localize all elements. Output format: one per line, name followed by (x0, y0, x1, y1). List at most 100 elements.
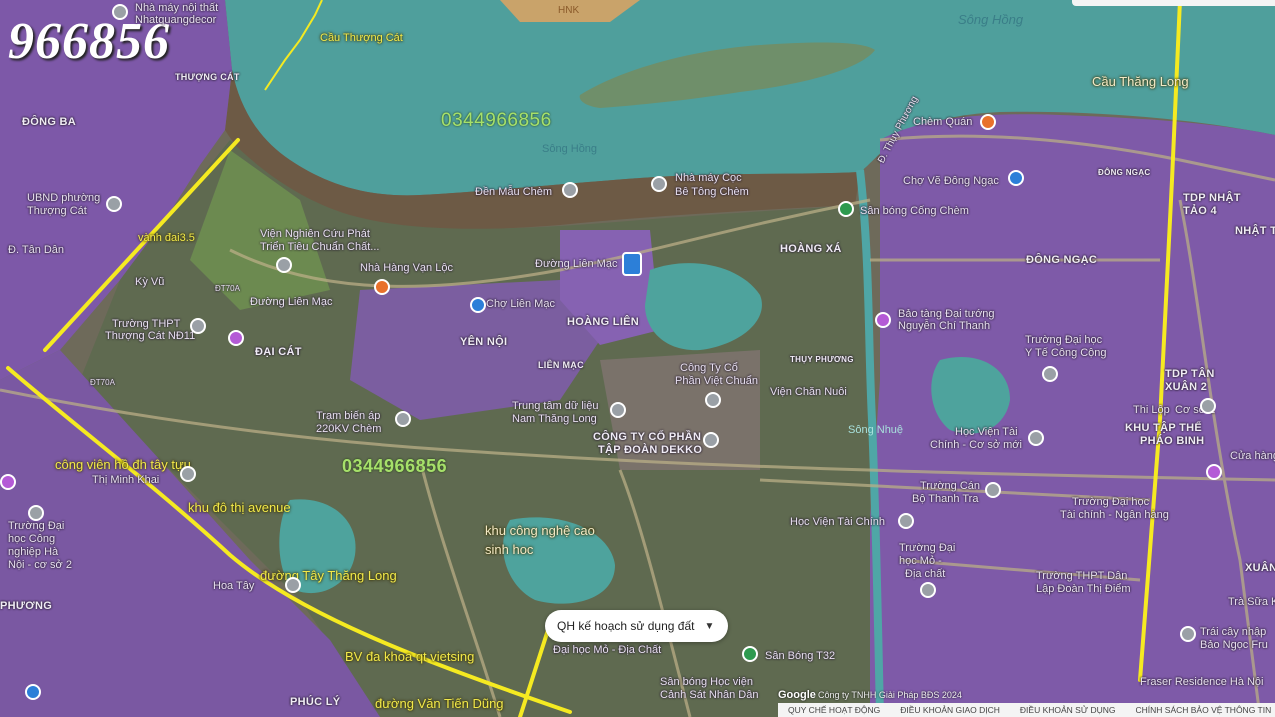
poi-pin-icon[interactable] (703, 432, 719, 448)
school-pin-icon[interactable] (190, 318, 206, 334)
label-truong-dh-tai-chinh-2: Tài chính - Ngân hàng (1060, 509, 1169, 521)
label-truong-dh-tai-chinh: Trường Đại học (1072, 496, 1150, 508)
location-marker-icon[interactable] (622, 252, 642, 276)
label-vien-nghien-cuu-2: Triển Tiêu Chuẩn Chất... (260, 241, 380, 253)
label-lien-mac: LIÊN MẠC (538, 360, 584, 370)
label-truong-can-bo: Trường Cán (920, 480, 981, 492)
ann-khu-cong-nghe: khu công nghệ cao sinh hoc (485, 523, 595, 557)
label-thuong-cat: THƯỢNG CÁT (175, 72, 240, 82)
ann-khu-do-thi: khu đô thị avenue (188, 500, 291, 515)
label-dai-cat: ĐẠI CÁT (255, 346, 302, 358)
footer-link[interactable]: CHÍNH SÁCH BẢO VỆ THÔNG TIN (1126, 705, 1275, 715)
label-truong-thpt-2: Thượng Cát NĐ11 (105, 330, 196, 342)
label-song-hong-2: Sông Hồng (958, 12, 1024, 27)
label-duong-lien-mac-1: Đường Liên Mạc (250, 296, 333, 308)
ann-cau-thang-long: Cầu Thăng Long (1092, 74, 1189, 89)
label-nhat-ta: NHẬT TẢ (1235, 225, 1275, 237)
school-pin-icon[interactable] (28, 505, 44, 521)
label-thi-minh-khai: Thị Minh Khai (92, 474, 160, 486)
label-cho-ve: Chợ Vẽ Đông Ngạc (903, 175, 999, 187)
label-nha-may-coc: Nhà máy Cọc (675, 172, 742, 184)
label-dong-ba: ĐÔNG BA (22, 116, 77, 128)
label-trung-tam-2: Nam Thăng Long (512, 413, 597, 425)
label-truong-thpt: Trường THPT (112, 318, 181, 330)
poi-pin-icon[interactable] (980, 114, 996, 130)
museum-pin-icon[interactable] (875, 312, 891, 328)
airport-pin-icon[interactable] (25, 684, 41, 700)
label-xuan-right: XUÂN (1245, 562, 1275, 574)
label-truong-thpt-dan-lap-2: Lập Đoàn Thị Điểm (1036, 583, 1131, 595)
label-phao-binh: PHÁO BINH (1140, 435, 1205, 447)
ann-cong-vien: công viên hồ đh tây tựu (55, 457, 191, 472)
footer-link[interactable]: ĐIỀU KHOẢN SỬ DỤNG (1010, 705, 1126, 715)
label-hoa-tay: Hoa Tây (213, 580, 255, 592)
label-hoc-vien-tai-chinh: Học Viện Tài Chính (790, 516, 885, 528)
label-truong-thpt-dan-lap: Trường THPT Dân (1036, 570, 1128, 582)
layer-selector-button[interactable]: QH kế hoạch sử dụng đất ▼ (545, 610, 729, 642)
poi-pin-icon[interactable] (276, 257, 292, 273)
label-bao-tang-2: Nguyễn Chí Thanh (898, 320, 991, 332)
temple-pin-icon[interactable] (562, 182, 578, 198)
poi-pin-icon[interactable] (1180, 626, 1196, 642)
layer-selector-label: QH kế hoạch sử dụng đất (557, 619, 695, 633)
label-truong-dh-mo-3: Địa chất (905, 568, 946, 580)
label-phuong-left: PHƯƠNG (0, 600, 53, 612)
label-thuy-phuong: THỤY PHƯƠNG (790, 355, 854, 364)
label-dong-ngac: ĐÔNG NGẠC (1026, 254, 1098, 266)
restaurant-pin-icon[interactable] (374, 279, 390, 295)
school-pin-icon[interactable] (1028, 430, 1044, 446)
label-san-bong-hv-2: Cảnh Sát Nhân Dân (660, 689, 759, 701)
label-cong-ty-co-2: Phần Việt Chuẩn (675, 375, 758, 387)
poi-pin-icon[interactable] (106, 196, 122, 212)
label-nhat-quang: Nhatquangdecor (135, 14, 217, 26)
school-pin-icon[interactable] (1042, 366, 1058, 382)
label-be-tong-chem: Bê Tông Chèm (675, 186, 749, 198)
label-san-bong-hv: Sân bóng Học viện (660, 676, 753, 688)
label-tdp-nhat: TDP NHẬT (1183, 192, 1241, 204)
label-cho-lien-mac: Chợ Liên Mạc (486, 298, 555, 310)
sports-pin-icon[interactable] (838, 201, 854, 217)
label-ky-vu: Kỳ Vũ (135, 276, 165, 288)
label-tram-bien-ap-2: 220KV Chèm (316, 423, 382, 435)
sports-pin-icon[interactable] (742, 646, 758, 662)
market-pin-icon[interactable] (470, 297, 486, 313)
label-truong-can-bo-2: Bộ Thanh Tra (912, 493, 979, 505)
label-phuc-ly: PHÚC LÝ (290, 696, 341, 708)
label-san-bong-cong-chem: Sân bóng Cống Chèm (860, 205, 969, 217)
footer-link[interactable]: QUY CHẾ HOẠT ĐỘNG (778, 705, 890, 715)
label-ubnd: UBND phường (27, 192, 101, 204)
poi-pin-icon[interactable] (180, 466, 196, 482)
poi-pin-icon[interactable] (0, 474, 16, 490)
poi-pin-icon[interactable] (112, 4, 128, 20)
label-vien-nghien-cuu: Viện Nghiên Cứu Phát (260, 228, 370, 240)
shop-pin-icon[interactable] (1206, 464, 1222, 480)
label-trung-tam: Trung tâm dữ liệu (512, 400, 599, 412)
label-thi-lop: Thi Lộp (1133, 404, 1170, 416)
school-pin-icon[interactable] (920, 582, 936, 598)
label-cua-hang: Cửa hàng (1230, 450, 1275, 462)
footer-link[interactable]: ĐIỀU KHOẢN GIAO DỊCH (890, 705, 1010, 715)
footer-links: QUY CHẾ HOẠT ĐỘNG ĐIỀU KHOẢN GIAO DỊCH Đ… (778, 703, 1275, 717)
poi-pin-icon[interactable] (395, 411, 411, 427)
label-hoang-lien: HOÀNG LIÊN (567, 316, 640, 328)
top-search-edge (1072, 0, 1275, 6)
label-dekko: CÔNG TY CỔ PHẦN (593, 431, 702, 443)
map-attribution: Công ty TNHH Giải Pháp BĐS 2024 (818, 690, 962, 700)
school-pin-icon[interactable] (985, 482, 1001, 498)
google-logo: Google (778, 689, 816, 701)
label-tdp-tan: TDP TÂN (1165, 368, 1215, 380)
poi-pin-icon[interactable] (705, 392, 721, 408)
label-hoang-xa: HOÀNG XÁ (780, 243, 842, 255)
poi-pin-icon[interactable] (651, 176, 667, 192)
school-pin-icon[interactable] (1200, 398, 1216, 414)
ann-duong-van-tien-dung: đường Văn Tiến Dũng (375, 696, 504, 711)
market-pin-icon[interactable] (1008, 170, 1024, 186)
poi-pin-icon[interactable] (285, 577, 301, 593)
label-dong-ngac-2: ĐÔNG NGẠC (1098, 168, 1151, 177)
label-tram-bien-ap: Trạm biến áp (316, 410, 381, 422)
label-dekko-2: TẬP ĐOÀN DEKKO (598, 444, 703, 456)
poi-pin-icon[interactable] (610, 402, 626, 418)
label-trai-cay-2: Bảo Ngọc Fru (1200, 639, 1268, 651)
school-pin-icon[interactable] (898, 513, 914, 529)
poi-pin-icon[interactable] (228, 330, 244, 346)
